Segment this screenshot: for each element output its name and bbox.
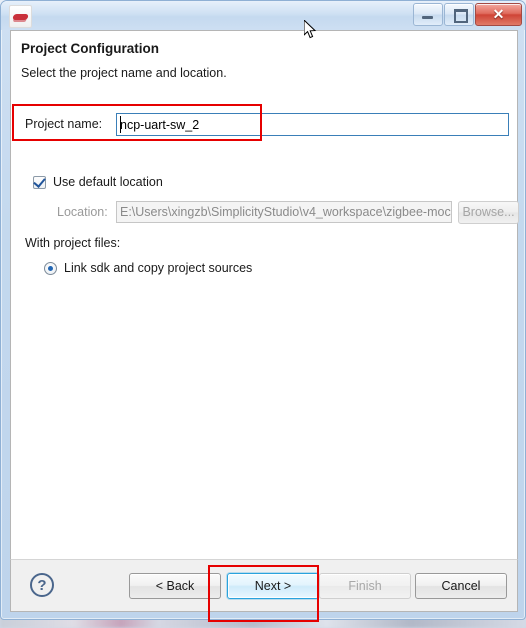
mouse-cursor	[304, 20, 317, 39]
checkmark-icon	[33, 174, 46, 188]
browse-button: Browse...	[458, 201, 519, 224]
link-sdk-radio[interactable]	[44, 261, 57, 275]
dialog-button-bar: ? < Back Next > Finish Cancel	[10, 559, 518, 612]
help-icon[interactable]: ?	[30, 573, 54, 597]
close-button[interactable]: ✕	[475, 3, 522, 26]
maximize-icon	[454, 9, 468, 23]
project-name-input[interactable]	[116, 113, 509, 136]
simplicity-studio-icon	[9, 5, 32, 28]
page-title: Project Configuration	[21, 41, 159, 56]
minimize-icon	[422, 16, 433, 19]
page-subtitle: Select the project name and location.	[21, 66, 227, 80]
link-sdk-radio-row[interactable]: Link sdk and copy project sources	[44, 261, 252, 275]
cancel-button[interactable]: Cancel	[415, 573, 507, 599]
maximize-button[interactable]	[444, 3, 474, 26]
link-sdk-radio-label: Link sdk and copy project sources	[64, 261, 253, 275]
window-controls: ✕	[412, 3, 522, 26]
window-titlebar[interactable]: ✕	[1, 1, 525, 30]
radio-selected-dot	[48, 265, 53, 271]
project-name-row: Project name:	[21, 113, 509, 137]
location-row: Location: E:\Users\xingzb\SimplicityStud…	[21, 201, 519, 225]
minimize-button[interactable]	[413, 3, 443, 26]
app-logo-glyph	[12, 14, 29, 20]
dialog-content-panel: Project Configuration Select the project…	[10, 30, 519, 612]
location-label: Location:	[57, 205, 108, 219]
use-default-location-checkbox[interactable]	[33, 174, 46, 189]
close-icon: ✕	[492, 6, 505, 22]
project-name-label: Project name:	[25, 117, 103, 131]
use-default-location-row[interactable]: Use default location	[33, 174, 163, 189]
project-configuration-window: ✕ Project Configuration Select the proje…	[0, 0, 526, 620]
project-files-section-label: With project files:	[25, 236, 121, 250]
next-button[interactable]: Next >	[227, 573, 319, 599]
use-default-location-label: Use default location	[53, 175, 163, 189]
text-caret	[120, 116, 121, 133]
location-input: E:\Users\xingzb\SimplicityStudio\v4_work…	[116, 201, 452, 223]
finish-button: Finish	[319, 573, 411, 599]
back-button[interactable]: < Back	[129, 573, 221, 599]
